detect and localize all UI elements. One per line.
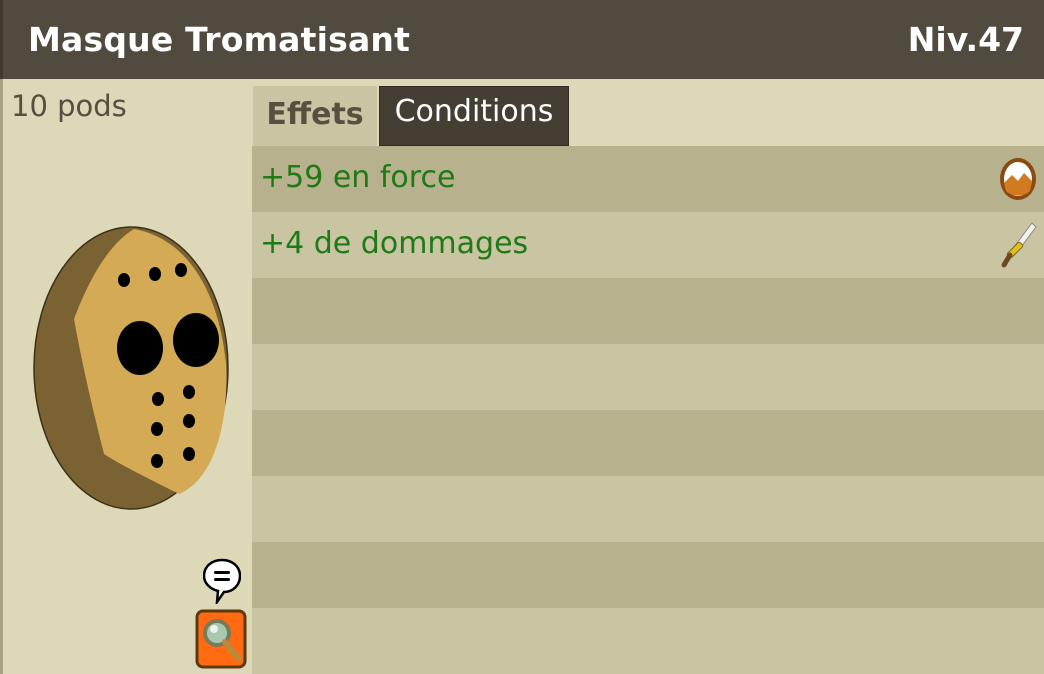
effect-text: +59 en force (260, 160, 456, 195)
effects-list: +59 en force +4 de dommages (252, 146, 1044, 674)
item-name: Masque Tromatisant (28, 20, 411, 59)
strength-icon (1000, 158, 1036, 200)
empty-effect-row (252, 476, 1044, 542)
item-details-column: Effets Conditions +59 en force +4 de dom… (252, 79, 1044, 674)
magnifier-search-button[interactable] (195, 609, 247, 669)
effect-text: +4 de dommages (260, 226, 529, 261)
details-tabs: Effets Conditions (252, 79, 1044, 146)
item-weight: 10 pods (11, 89, 127, 123)
empty-effect-row (252, 278, 1044, 344)
item-tooltip-panel: Masque Tromatisant Niv.47 10 pods Effets… (0, 0, 1044, 674)
effect-row: +4 de dommages (252, 212, 1044, 278)
hockey-mask-image (33, 226, 229, 510)
item-preview-column: 10 pods (0, 79, 252, 674)
damage-sword-icon (1001, 222, 1037, 268)
tab-effets[interactable]: Effets (253, 83, 377, 146)
tab-conditions[interactable]: Conditions (379, 86, 569, 146)
empty-effect-row (252, 344, 1044, 410)
empty-effect-row (252, 608, 1044, 674)
empty-effect-row (252, 542, 1044, 608)
item-level: Niv.47 (907, 20, 1024, 59)
chat-bubble-icon[interactable] (203, 558, 241, 604)
empty-effect-row (252, 410, 1044, 476)
effect-row: +59 en force (252, 146, 1044, 212)
title-bar: Masque Tromatisant Niv.47 (0, 0, 1044, 79)
